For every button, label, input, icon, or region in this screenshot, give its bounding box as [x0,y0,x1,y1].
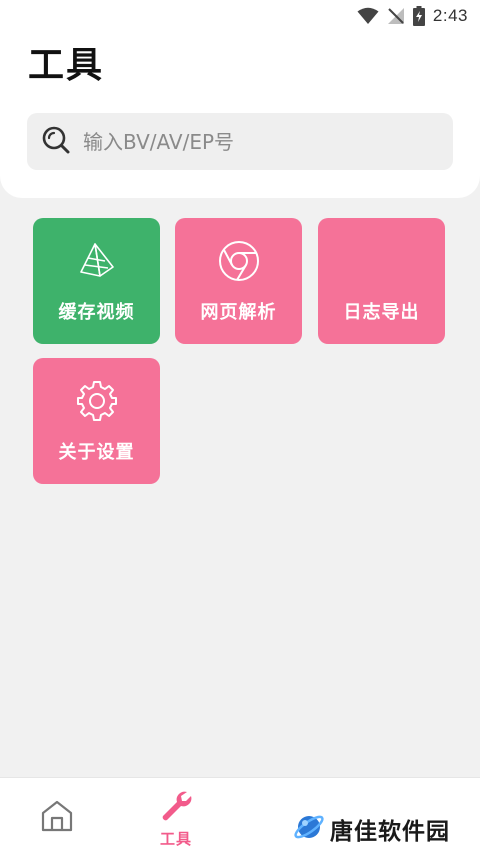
page-title: 工具 [28,45,105,86]
chrome-icon [217,238,261,284]
about-settings-tile[interactable]: 关于设置 [33,358,160,484]
status-time: 2:43 [432,6,468,25]
search-input[interactable] [83,129,413,154]
tile-label: 缓存视频 [58,302,135,323]
gear-icon [75,378,119,424]
search-bar[interactable] [27,113,453,170]
battery-charging-icon [412,6,425,26]
no-signal-icon [387,7,405,25]
wifi-icon [357,7,379,25]
cache-video-tile[interactable]: 缓存视频 [33,218,160,344]
web-parse-tile[interactable]: 网页解析 [175,218,302,344]
watermark-text: 唐佳软件园 [330,819,450,845]
nav-home[interactable] [40,800,74,836]
tile-label: 日志导出 [343,302,420,323]
status-bar: 2:43 [0,0,480,32]
home-icon [40,800,74,836]
search-icon [41,125,71,159]
wrench-icon [160,790,192,826]
planet-logo [292,810,326,848]
watermark: 唐佳软件园 [292,810,450,848]
log-export-tile[interactable]: 日志导出 [318,218,445,344]
tile-label: 关于设置 [58,442,135,463]
zongzi-icon [77,238,117,284]
tile-label: 网页解析 [200,302,277,323]
nav-tools[interactable]: 工具 [160,790,192,849]
nav-tools-label: 工具 [160,830,193,848]
